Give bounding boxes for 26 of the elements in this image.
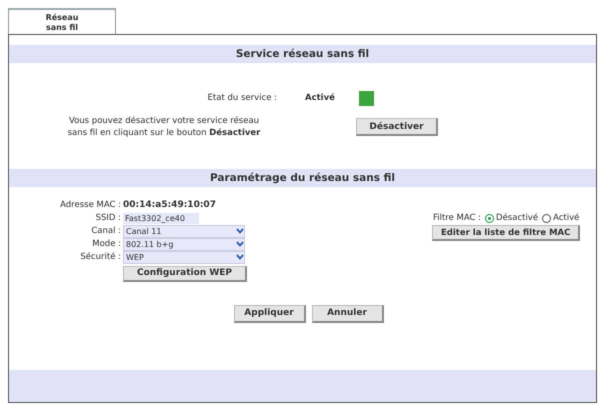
tab[interactable]: Réseau sans fil (8, 8, 116, 34)
dropdown[interactable]: 802.11 b+g (123, 238, 245, 251)
filter-label: Filtre MAC : (432, 213, 482, 223)
ssid-field[interactable]: Fast3302_ce40 (123, 212, 199, 224)
section-header: Service réseau sans fil (9, 45, 596, 63)
radio-icon[interactable] (542, 214, 552, 222)
field-label: Canal : (90, 226, 122, 236)
action-button[interactable]: Annuler (312, 304, 384, 322)
state-value: Activé (305, 93, 336, 103)
action-button[interactable]: Appliquer (234, 304, 306, 322)
description-text: Vous pouvez désactiver votre service réseau sans fil en cliquant sur le bouton Désactiver (66, 115, 262, 139)
field-label: Mode : (91, 239, 122, 250)
radio-option[interactable]: Activé (542, 213, 580, 223)
dropdown[interactable]: Canal 11 (123, 224, 245, 238)
radio-option[interactable]: Désactivé (485, 213, 538, 223)
mac-address: 00:14:a5:49:10:07 (123, 200, 216, 210)
deactivate-button[interactable]: Désactiver (356, 118, 438, 136)
mac-label: Adresse MAC : (59, 200, 122, 210)
wep-config-button[interactable]: Configuration WEP (123, 266, 247, 282)
radio-icon[interactable] (485, 214, 494, 222)
state-label: Etat du service : (206, 93, 277, 103)
dropdown[interactable]: WEP (123, 250, 245, 264)
edit-filter-button[interactable]: Editer la liste de filtre MAC (432, 225, 580, 241)
field-label: Sécurité : (79, 252, 122, 262)
section-header: Paramétrage du réseau sans fil (9, 169, 596, 187)
field-label: SSID : (94, 213, 122, 224)
